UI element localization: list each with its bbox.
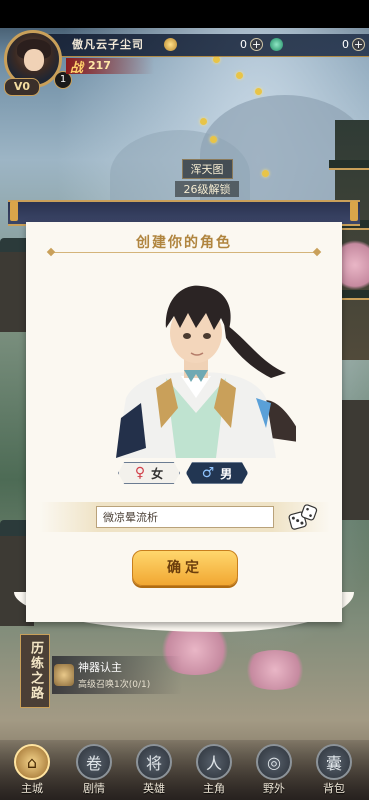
unlock-hint: 26级解锁 [175,181,239,197]
floating-coin [200,118,207,125]
vip-badge[interactable]: V0 [4,78,40,96]
nav-wild[interactable]: ◎ 野外 [246,744,302,800]
currency-gold [164,36,177,52]
confirm-button[interactable]: 确定 [132,550,238,586]
power-value: 217 [88,59,111,72]
bottom-nav: ⌂ 主城 卷 剧情 将 英雄 人 主角 ◎ 野外 囊 背包 [0,740,369,800]
quest-path-tag[interactable]: 历练之路 [20,634,50,708]
floating-coin [262,170,269,177]
name-bar [40,502,330,532]
female-icon: ♀ [134,465,146,481]
house [0,252,26,332]
story-icon: 卷 [76,744,112,780]
heroes-icon: 将 [136,744,172,780]
player-hud: V0 1 傲凡云子尘司 战 217 0 + 0 + [0,28,369,98]
player-name: 傲凡云子尘司 [72,38,144,51]
city-icon: ⌂ [14,744,50,780]
gender-female-label: 女 [151,466,164,481]
jade-icon [270,37,283,51]
quest-tracker[interactable]: 神器认主 高级召唤1次(0/1) [52,656,182,694]
create-character-dialog: 创建你的角色 ♀ 女 ♂ 男 微凉晕流析 确定 [26,222,342,622]
gender-female-button[interactable]: ♀ 女 [118,462,180,484]
nav-protagonist[interactable]: 人 主角 [186,744,242,800]
nav-label: 主角 [203,782,225,795]
nav-label: 英雄 [143,782,165,795]
currency1-value: 0 [240,37,247,51]
add-currency2-button[interactable]: + [352,37,365,51]
currency2-value: 0 [342,37,349,51]
nav-city[interactable]: ⌂ 主城 [4,744,60,800]
currency-2: 0 + [338,36,365,52]
quest-progress: 高级召唤1次(0/1) [78,680,151,690]
house [340,400,369,520]
artifact-icon [54,664,74,686]
nav-label: 野外 [263,782,285,795]
nav-label: 剧情 [83,782,105,795]
hero-portrait [116,285,296,458]
character-name-input[interactable] [96,506,274,528]
nav-heroes[interactable]: 将 英雄 [126,744,182,800]
gold-coin-icon [164,37,177,51]
status-bar [0,0,369,28]
male-icon: ♂ [201,465,215,481]
random-name-dice-icon[interactable] [288,504,318,532]
location-name: 浑天图 [181,159,233,179]
quest-title: 神器认主 [78,661,122,674]
nav-label: 背包 [323,782,345,795]
nav-label: 主城 [21,782,43,795]
title-divider [52,252,316,253]
currency-1: 0 + [236,36,263,52]
protagonist-icon: 人 [196,744,232,780]
currency-2-icon-wrap [270,36,283,52]
gender-male-label: 男 [220,466,233,481]
blossom-tree [240,650,310,690]
gender-male-button[interactable]: ♂ 男 [186,462,248,484]
power-display: 战 217 [66,58,154,76]
bag-icon: 囊 [316,744,352,780]
dialog-title: 创建你的角色 [136,235,232,251]
power-label: 战 [70,61,84,76]
nav-story[interactable]: 卷 剧情 [66,744,122,800]
add-currency1-button[interactable]: + [250,37,263,51]
floating-coin [210,136,217,143]
nav-bag[interactable]: 囊 背包 [306,744,362,800]
map-location-marker[interactable]: 浑天图 26级解锁 [175,158,239,197]
wild-icon: ◎ [256,744,292,780]
